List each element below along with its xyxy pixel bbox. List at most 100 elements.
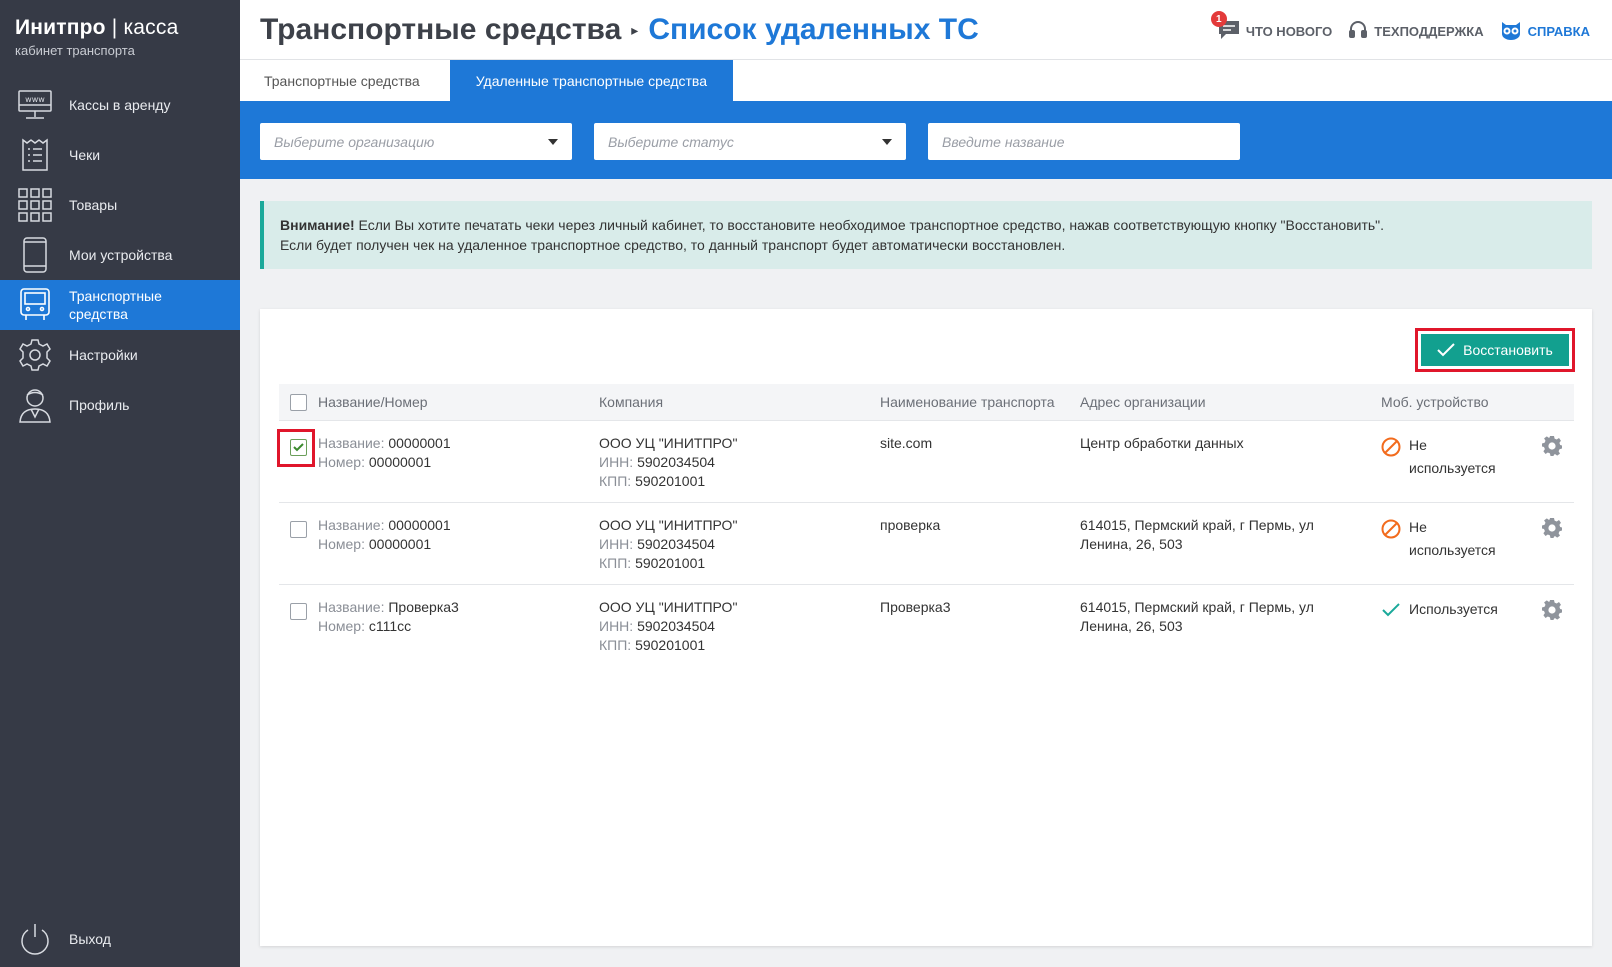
vehicle-name: 00000001 (388, 435, 451, 451)
caret-down-icon (548, 139, 558, 145)
row-settings-gear-icon[interactable] (1541, 517, 1563, 539)
www-monitor-icon: www (17, 87, 53, 123)
company-inn: 5902034504 (637, 454, 715, 470)
transport-name: site.com (880, 435, 933, 451)
mobile-status-text: Не используется (1409, 519, 1496, 558)
col-transport[interactable]: Наименование транспорта (880, 384, 1080, 421)
tab-deleted-vehicles[interactable]: Удаленные транспортные средства (449, 60, 733, 101)
attention-notice: Внимание! Если Вы хотите печатать чеки ч… (260, 201, 1592, 269)
sidebar-item-label: Кассы в аренду (69, 97, 171, 113)
mobile-status-text: Не используется (1409, 437, 1496, 476)
brand: Инитпро | касса кабинет транспорта (0, 0, 240, 80)
whats-new-link[interactable]: 1 Что нового (1210, 11, 1333, 43)
support-link[interactable]: Техподдержка (1348, 20, 1484, 43)
check-icon (1382, 603, 1400, 617)
sidebar-item-transport[interactable]: Транспортные средства (0, 280, 240, 330)
checkbox-highlight (277, 429, 315, 467)
number-label: Номер: (318, 536, 365, 552)
sidebar-item-label: Профиль (69, 397, 130, 413)
sidebar: Инитпро | касса кабинет транспорта www К… (0, 0, 240, 967)
status-placeholder: Выберите статус (608, 133, 734, 150)
table-row: Название: Проверка3 Номер: с111сс ООО УЦ… (279, 585, 1574, 667)
notice-line-1: Внимание! Если Вы хотите печатать чеки ч… (280, 215, 1576, 235)
company-name: ООО УЦ "ИНИТПРО" (599, 435, 738, 451)
number-label: Номер: (318, 454, 365, 470)
breadcrumb: Транспортные средства ▸ Список удаленных… (260, 13, 979, 47)
mobile-status: Не используется (1381, 434, 1541, 480)
sidebar-item-receipts[interactable]: Чеки (0, 130, 240, 180)
mobile-status: Не используется (1381, 516, 1541, 562)
logout-button[interactable]: Выход (0, 911, 240, 967)
page-title: Список удаленных ТС (648, 13, 979, 46)
organization-select[interactable]: Выберите организацию (260, 123, 572, 160)
notice-bold: Внимание! (280, 217, 355, 233)
receipt-icon (17, 137, 53, 173)
help-link[interactable]: Справка (1500, 20, 1590, 43)
row-settings-gear-icon[interactable] (1541, 599, 1563, 621)
vehicle-number: 00000001 (368, 454, 432, 470)
notice-text-1: Если Вы хотите печатать чеки через личны… (354, 217, 1385, 233)
col-mobile[interactable]: Моб. устройство (1381, 384, 1541, 421)
row-settings-gear-icon[interactable] (1541, 435, 1563, 457)
vehicles-card: Восстановить Название/Номер Компания Наи… (260, 309, 1592, 946)
tab-vehicles[interactable]: Транспортные средства (240, 60, 444, 101)
org-address: 614015, Пермский край, г Пермь, ул Ленин… (1080, 599, 1314, 634)
sidebar-item-label: Товары (69, 197, 118, 213)
sidebar-item-label: Мои устройства (69, 247, 173, 263)
company-name: ООО УЦ "ИНИТПРО" (599, 517, 738, 533)
org-address: 614015, Пермский край, г Пермь, ул Ленин… (1080, 517, 1314, 552)
select-all-checkbox[interactable] (290, 394, 307, 412)
status-select[interactable]: Выберите статус (594, 123, 906, 160)
phone-icon (17, 237, 53, 273)
notice-line-2: Если будет получен чек на удаленное тран… (280, 237, 1066, 253)
inn-label: ИНН: (599, 618, 634, 634)
kpp-label: КПП: (599, 473, 632, 489)
caret-down-icon (882, 139, 892, 145)
logout-label: Выход (69, 931, 111, 947)
sidebar-item-settings[interactable]: Настройки (0, 330, 240, 380)
organization-placeholder: Выберите организацию (274, 133, 435, 150)
name-label: Название: (318, 517, 385, 533)
name-label: Название: (318, 435, 385, 451)
breadcrumb-parent[interactable]: Транспортные средства (260, 13, 621, 47)
sidebar-item-rent[interactable]: www Кассы в аренду (0, 80, 240, 130)
check-icon (1437, 343, 1455, 357)
breadcrumb-arrow-icon: ▸ (631, 21, 639, 38)
sidebar-item-label: Настройки (69, 347, 138, 363)
brand-subtitle: кабинет транспорта (15, 43, 135, 58)
col-company[interactable]: Компания (599, 384, 880, 421)
mobile-status-text: Используется (1409, 601, 1498, 617)
table-header: Название/Номер Компания Наименование тра… (279, 384, 1574, 421)
sidebar-item-goods[interactable]: Товары (0, 180, 240, 230)
row-checkbox[interactable] (290, 603, 307, 620)
vehicle-number: с111сс (368, 618, 412, 634)
notification-badge: 1 (1210, 11, 1227, 27)
headset-icon (1348, 20, 1374, 43)
transport-name: Проверка3 (880, 599, 951, 615)
tabs: Транспортные средства Удаленные транспор… (240, 60, 1612, 101)
owl-icon (1500, 20, 1528, 43)
inn-label: ИНН: (599, 454, 634, 470)
prohibited-icon (1381, 437, 1401, 457)
restore-label: Восстановить (1463, 342, 1553, 358)
chat-icon: 1 (1210, 11, 1246, 43)
col-name[interactable]: Название/Номер (318, 384, 599, 421)
col-address[interactable]: Адрес организации (1080, 384, 1381, 421)
kpp-label: КПП: (599, 637, 632, 653)
restore-button[interactable]: Восстановить (1421, 334, 1569, 366)
company-inn: 5902034504 (637, 618, 715, 634)
table-row: Название: 00000001 Номер: 00000001 ООО У… (277, 421, 1574, 503)
sidebar-item-devices[interactable]: Мои устройства (0, 230, 240, 280)
number-label: Номер: (318, 618, 365, 634)
help-label: Справка (1527, 24, 1590, 39)
row-checkbox[interactable] (290, 521, 307, 538)
sidebar-item-label: Транспортные средства (69, 288, 162, 322)
bus-icon (17, 287, 53, 323)
grid-icon (17, 187, 53, 223)
name-placeholder: Введите название (942, 133, 1065, 150)
name-search-input[interactable]: Введите название (928, 123, 1240, 160)
support-label: Техподдержка (1374, 24, 1484, 39)
filter-bar: Выберите организацию Выберите статус Вве… (240, 101, 1612, 179)
sidebar-item-profile[interactable]: Профиль (0, 380, 240, 430)
whats-new-label: Что нового (1245, 24, 1333, 39)
